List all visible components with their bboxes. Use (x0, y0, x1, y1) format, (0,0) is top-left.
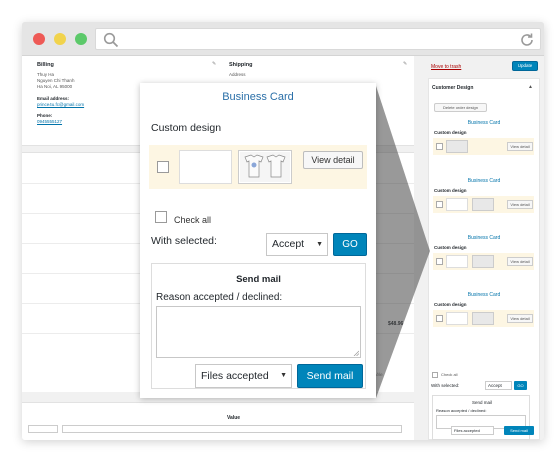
send-mail-title: Send mail (236, 274, 281, 285)
modal-title: Business Card (222, 91, 294, 103)
collapse-arrow-icon[interactable]: ▲ (528, 84, 533, 90)
check-all-checkbox[interactable] (155, 211, 167, 223)
design-empty-slot (179, 150, 232, 184)
shipping-title: Shipping (229, 62, 253, 68)
reason-textarea[interactable] (156, 306, 361, 358)
meta-key-select[interactable] (28, 425, 58, 433)
design-thumbnail[interactable] (472, 255, 494, 268)
files-status-select[interactable]: Files accepted ▼ (195, 364, 292, 388)
go-button[interactable]: GO (514, 381, 527, 390)
group-label: Custom design (434, 188, 467, 193)
billing-email-link[interactable]: prince4u.fc@gmail.com (37, 102, 84, 108)
meta-value-input[interactable] (62, 425, 402, 433)
dropdown-caret-icon: ▼ (280, 372, 287, 379)
view-detail-button[interactable]: View detail (507, 142, 533, 151)
close-window-button[interactable] (33, 33, 45, 45)
value-column-header: Value (227, 415, 241, 421)
order-total: $48.96 (388, 321, 404, 327)
files-status-value: Files accepted (201, 370, 269, 382)
sidebar: Move to trash Update Customer Design ▲ D… (424, 56, 544, 440)
view-detail-button[interactable]: View detail (507, 257, 533, 266)
group-label: Custom design (434, 245, 467, 250)
bulk-action-select[interactable]: Accept (485, 381, 512, 390)
address-bar[interactable] (95, 28, 541, 50)
with-selected-label: With selected: (431, 383, 460, 388)
reason-label: Reason accepted / declined: (156, 292, 283, 303)
view-detail-button[interactable]: View detail (507, 314, 533, 323)
group-title: Business Card (467, 120, 501, 126)
group-label: Custom design (434, 302, 467, 307)
group-title: Business Card (467, 235, 501, 241)
tshirt-preview-icon (240, 152, 290, 182)
edit-billing-icon[interactable]: ✎ (212, 61, 216, 67)
browser-toolbar (22, 22, 544, 56)
send-mail-box: Send mail Reason accepted / declined: Fi… (151, 263, 366, 389)
check-all-label: Check all (441, 372, 458, 377)
design-empty-slot (446, 198, 468, 211)
with-selected-label: With selected: (151, 235, 217, 247)
view-detail-button[interactable]: View detail (303, 151, 363, 169)
maximize-window-button[interactable] (75, 33, 87, 45)
send-mail-button[interactable]: Send mail (504, 426, 534, 435)
design-thumbnail[interactable] (472, 198, 494, 211)
billing-title: Billing (37, 62, 54, 68)
check-all-label: Check all (174, 215, 212, 225)
design-empty-slot (446, 312, 468, 325)
group-title: Business Card (467, 292, 501, 298)
design-thumbnail[interactable] (472, 312, 494, 325)
design-checkbox[interactable] (436, 258, 443, 265)
check-all-checkbox[interactable] (432, 372, 438, 378)
send-mail-title: Send mail (471, 400, 492, 405)
design-row: View detail (149, 145, 367, 189)
edit-shipping-icon[interactable]: ✎ (403, 61, 407, 67)
send-mail-button[interactable]: Send mail (297, 364, 363, 388)
design-row: View detail (433, 310, 534, 327)
business-card-modal: Business Card Custom design View detail … (140, 83, 376, 398)
design-row: View detail (433, 253, 534, 270)
update-button[interactable]: Update (512, 61, 538, 71)
bulk-action-select[interactable]: Accept ▼ (266, 233, 328, 256)
design-checkbox[interactable] (157, 161, 169, 173)
move-to-trash-link[interactable]: Move to trash (431, 64, 461, 70)
custom-fields-box: Value (22, 402, 414, 440)
resize-grip-icon[interactable] (353, 350, 359, 356)
group-title: Business Card (467, 178, 501, 184)
search-icon (103, 32, 119, 48)
design-thumbnail[interactable] (446, 140, 468, 153)
billing-city: Ha Noi, AL 95000 (37, 84, 73, 89)
design-checkbox[interactable] (436, 315, 443, 322)
design-empty-slot (446, 255, 468, 268)
files-status-select[interactable]: Files accepted (451, 426, 494, 435)
customer-design-title: Customer Design (432, 85, 474, 91)
shipping-address-label: Address (229, 72, 246, 77)
reason-label: Reason accepted / declined: (436, 408, 487, 413)
delete-order-design-button[interactable]: Delete order design (434, 103, 487, 112)
custom-design-label: Custom design (151, 122, 222, 134)
design-checkbox[interactable] (436, 201, 443, 208)
minimize-window-button[interactable] (54, 33, 66, 45)
design-row: View detail (433, 196, 534, 213)
design-checkbox[interactable] (436, 143, 443, 150)
group-label: Custom design (434, 130, 467, 135)
go-button[interactable]: GO (333, 233, 367, 256)
design-thumbnail[interactable] (238, 150, 292, 184)
billing-phone-link[interactable]: 0945555127 (37, 119, 62, 125)
dropdown-caret-icon: ▼ (316, 241, 323, 248)
view-detail-button[interactable]: View detail (507, 200, 533, 209)
bulk-action-value: Accept (272, 238, 305, 250)
design-row: View detail (433, 138, 534, 155)
reload-icon[interactable] (519, 32, 535, 48)
